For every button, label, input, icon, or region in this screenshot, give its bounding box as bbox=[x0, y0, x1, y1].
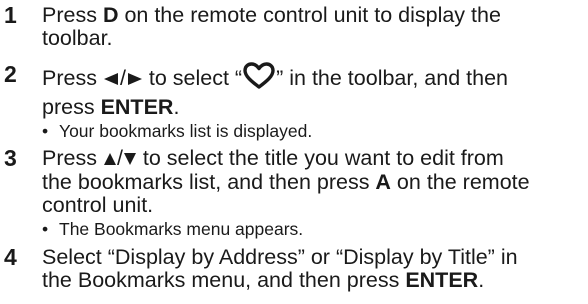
step-number: 4 bbox=[4, 244, 17, 270]
key-name: ENTER bbox=[100, 95, 174, 119]
step-text-line: press ENTER. bbox=[42, 96, 508, 119]
step-3: 3 Press / to select the title you want t… bbox=[0, 147, 530, 240]
step-text: Press bbox=[42, 146, 103, 170]
step-text: the bookmarks list, and then press bbox=[42, 169, 376, 194]
step-text: Press bbox=[42, 3, 103, 27]
heart-icon bbox=[242, 62, 276, 95]
step-1: 1 Press D on the remote control unit to … bbox=[0, 4, 501, 50]
key-name: ENTER bbox=[405, 268, 479, 292]
step-text: . bbox=[173, 95, 180, 119]
step-text-line: control unit. bbox=[42, 192, 154, 217]
step-text-line: Select “Display by Address” or “Display … bbox=[42, 245, 518, 269]
step-number: 2 bbox=[4, 61, 17, 87]
step-text: Press bbox=[42, 66, 103, 91]
step-number: 3 bbox=[4, 145, 17, 171]
step-text-line: the bookmarks list, and then press A on … bbox=[42, 169, 530, 194]
key-name: D bbox=[102, 3, 119, 27]
right-arrow-icon bbox=[126, 68, 143, 91]
step-2: 2 Press / to select “” in the toolbar, a… bbox=[0, 61, 509, 142]
step-text: the Bookmarks menu, and then press bbox=[42, 268, 406, 292]
step-text-line: Press / to select “” in the toolbar, and… bbox=[42, 62, 509, 96]
step-text-line: Press D on the remote control unit to di… bbox=[42, 4, 501, 27]
step-text: to select the title you want to edit fro… bbox=[136, 146, 504, 170]
step-text: on the remote control unit to display th… bbox=[118, 3, 501, 27]
step-text: press bbox=[42, 95, 101, 119]
step-4: 4 Select “Display by Address” or “Displa… bbox=[0, 246, 518, 292]
step-text-line: the Bookmarks menu, and then press ENTER… bbox=[42, 269, 518, 292]
step-text: . bbox=[478, 268, 485, 292]
step-text: to select “ bbox=[142, 66, 243, 91]
up-arrow-icon bbox=[103, 148, 117, 171]
step-text: on the remote bbox=[390, 169, 530, 194]
down-arrow-icon bbox=[123, 148, 137, 171]
left-arrow-icon bbox=[103, 68, 120, 91]
step-text-line: toolbar. bbox=[42, 26, 113, 50]
result-bullet: The Bookmarks menu appears. bbox=[42, 218, 530, 240]
step-text-line: Press / to select the title you want to … bbox=[42, 147, 530, 171]
step-text: ” in the toolbar, and then bbox=[276, 66, 509, 91]
result-bullet: Your bookmarks list is displayed. bbox=[42, 120, 508, 142]
key-name: A bbox=[375, 169, 391, 194]
step-number: 1 bbox=[4, 2, 17, 28]
